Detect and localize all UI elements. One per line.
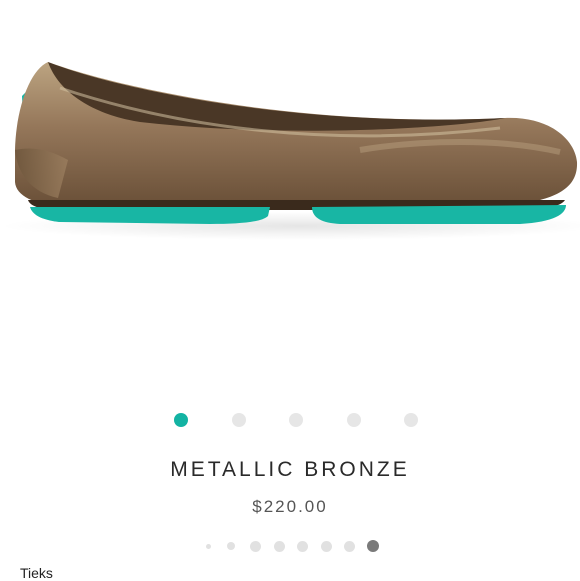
pager-dot[interactable] [343, 540, 355, 552]
product-price: $220.00 [252, 497, 328, 516]
product-image[interactable] [0, 0, 580, 330]
carousel-dot[interactable] [289, 413, 303, 427]
pager-dot[interactable] [320, 540, 332, 552]
brand-name: Tieks [20, 565, 53, 581]
listing-pager-dots [0, 539, 580, 553]
carousel-dot[interactable] [404, 413, 418, 427]
carousel-dot[interactable] [346, 413, 361, 427]
carousel-dot[interactable] [231, 413, 246, 427]
pager-dot[interactable] [205, 543, 211, 549]
shoe-image [0, 0, 580, 330]
pager-dot[interactable] [227, 542, 235, 550]
image-carousel-dots [0, 412, 580, 428]
carousel-dot[interactable] [174, 413, 188, 427]
pager-dot[interactable] [273, 540, 285, 552]
pager-dot[interactable] [367, 540, 379, 552]
pager-dot[interactable] [296, 540, 308, 552]
pager-dot[interactable] [249, 540, 261, 552]
product-title: METALLIC BRONZE [170, 458, 410, 481]
